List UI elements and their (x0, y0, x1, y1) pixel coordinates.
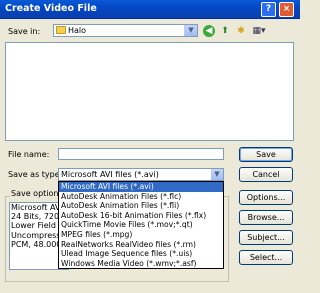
view-menu-icon[interactable]: ▦▾ (251, 25, 267, 37)
dropdown-option[interactable]: RealNetworks RealVideo files (*.rm) (59, 240, 223, 250)
file-name-input[interactable] (58, 148, 224, 160)
save-as-type-select[interactable]: Microsoft AVI files (*.avi) ▼ (58, 168, 224, 181)
dropdown-option[interactable]: MPEG files (*.mpg) (59, 230, 223, 240)
save-button[interactable]: Save (239, 147, 293, 162)
window-title: Create Video File (5, 3, 97, 14)
new-folder-icon[interactable]: ✱ (235, 25, 247, 37)
browse-button[interactable]: Browse... (239, 210, 293, 225)
up-folder-icon[interactable]: ⬆ (219, 25, 231, 37)
title-bar: Create Video File ? × (0, 0, 300, 19)
cancel-button[interactable]: Cancel (239, 167, 293, 182)
save-in-combo[interactable]: Halo ▼ (53, 24, 198, 37)
dropdown-option[interactable]: Ulead Image Sequence files (*.uis) (59, 249, 223, 259)
folder-icon (56, 26, 66, 34)
dropdown-option[interactable]: AutoDesk 16-bit Animation Files (*.flx) (59, 211, 223, 221)
close-button[interactable]: × (279, 2, 294, 17)
save-as-type-dropdown-list[interactable]: Microsoft AVI files (*.avi) AutoDesk Ani… (58, 181, 224, 269)
dropdown-option[interactable]: AutoDesk Animation Files (*.fli) (59, 201, 223, 211)
chevron-down-icon[interactable]: ▼ (211, 169, 223, 180)
back-icon[interactable]: ◀ (203, 25, 215, 37)
dropdown-option[interactable]: AutoDesk Animation Files (*.flc) (59, 192, 223, 202)
options-button[interactable]: Options... (239, 190, 293, 205)
dropdown-option[interactable]: QuickTime Movie Files (*.mov;*.qt) (59, 220, 223, 230)
select-button[interactable]: Select... (239, 250, 293, 265)
dropdown-option[interactable]: Windows Media Video (*.wmv;*.asf) (59, 259, 223, 269)
file-list[interactable] (5, 42, 294, 141)
dropdown-option[interactable]: Microsoft AVI files (*.avi) (59, 182, 223, 192)
file-name-label: File name: (8, 150, 50, 159)
chevron-down-icon[interactable]: ▼ (184, 25, 197, 36)
save-in-value: Halo (68, 26, 87, 35)
save-as-type-value: Microsoft AVI files (*.avi) (61, 170, 159, 179)
save-in-label: Save in: (8, 27, 41, 36)
subject-button[interactable]: Subject... (239, 230, 293, 245)
help-button[interactable]: ? (261, 2, 276, 17)
save-as-type-label: Save as type: (8, 170, 63, 179)
